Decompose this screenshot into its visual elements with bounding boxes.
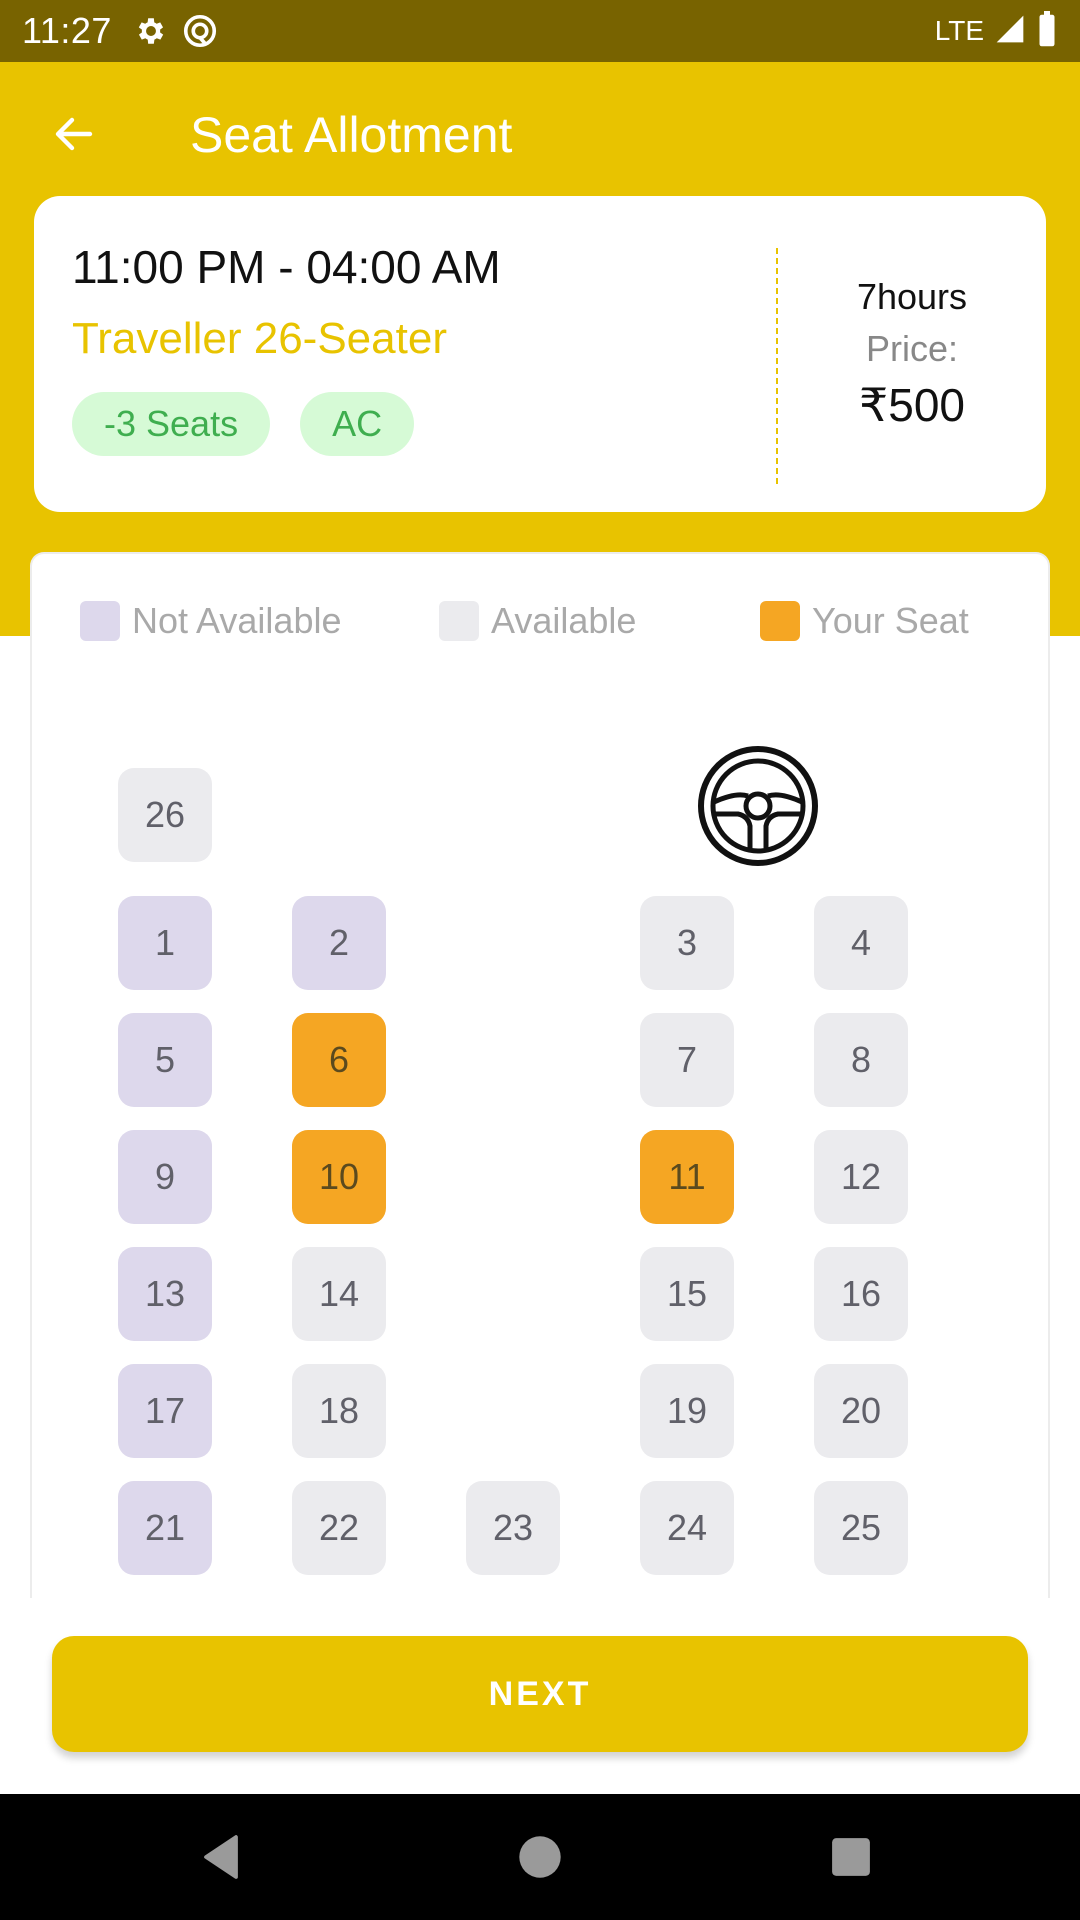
seat-1: 1 bbox=[118, 896, 212, 990]
legend-swatch bbox=[439, 601, 479, 641]
legend-your-seat: Your Seat bbox=[760, 600, 969, 642]
legend-not-available: Not Available bbox=[80, 600, 341, 642]
legend-label: Available bbox=[491, 600, 637, 641]
trip-vehicle-name: Traveller 26-Seater bbox=[72, 314, 447, 363]
seat-25[interactable]: 25 bbox=[814, 1481, 908, 1575]
seat-14[interactable]: 14 bbox=[292, 1247, 386, 1341]
gear-icon bbox=[134, 14, 168, 48]
trip-summary: 7hours Price: ₹500 bbox=[778, 276, 1046, 432]
battery-icon bbox=[1036, 10, 1058, 52]
back-nav-icon[interactable] bbox=[196, 1832, 246, 1882]
seat-17: 17 bbox=[118, 1364, 212, 1458]
seat-13: 13 bbox=[118, 1247, 212, 1341]
seat-21: 21 bbox=[118, 1481, 212, 1575]
seat-18[interactable]: 18 bbox=[292, 1364, 386, 1458]
seat-16[interactable]: 16 bbox=[814, 1247, 908, 1341]
seat-4[interactable]: 4 bbox=[814, 896, 908, 990]
seat-2: 2 bbox=[292, 896, 386, 990]
trip-card: 11:00 PM - 04:00 AM Traveller 26-Seater … bbox=[34, 196, 1046, 512]
legend-swatch bbox=[80, 601, 120, 641]
seats-chip: -3 Seats bbox=[72, 392, 271, 456]
status-bar: 11:27 LTE bbox=[0, 0, 1080, 62]
legend-available: Available bbox=[439, 600, 636, 642]
seat-legend: Not Available Available Your Seat bbox=[32, 600, 1048, 650]
system-nav-bar bbox=[0, 1794, 1080, 1920]
legend-label: Your Seat bbox=[812, 600, 969, 641]
seat-12[interactable]: 12 bbox=[814, 1130, 908, 1224]
seat-8[interactable]: 8 bbox=[814, 1013, 908, 1107]
home-nav-icon[interactable] bbox=[517, 1832, 563, 1882]
legend-label: Not Available bbox=[132, 600, 342, 641]
page-title: Seat Allotment bbox=[190, 107, 513, 163]
steering-wheel-icon bbox=[696, 744, 820, 868]
seat-map-panel: Not Available Available Your Seat 26 1 2 3 4… bbox=[30, 552, 1050, 1598]
seat-24[interactable]: 24 bbox=[640, 1481, 734, 1575]
seat-10[interactable]: 10 bbox=[292, 1130, 386, 1224]
arrow-left-icon bbox=[50, 110, 98, 163]
seat-22[interactable]: 22 bbox=[292, 1481, 386, 1575]
seat-9: 9 bbox=[118, 1130, 212, 1224]
trip-time-range: 11:00 PM - 04:00 AM bbox=[72, 241, 501, 293]
seat-3[interactable]: 3 bbox=[640, 896, 734, 990]
seat-23[interactable]: 23 bbox=[466, 1481, 560, 1575]
at-sign-icon bbox=[182, 13, 218, 49]
legend-swatch bbox=[760, 601, 800, 641]
seat-7[interactable]: 7 bbox=[640, 1013, 734, 1107]
status-time: 11:27 bbox=[22, 10, 112, 51]
trip-price: ₹500 bbox=[858, 379, 965, 431]
seat-20[interactable]: 20 bbox=[814, 1364, 908, 1458]
back-button[interactable] bbox=[44, 108, 104, 164]
seat-11[interactable]: 11 bbox=[640, 1130, 734, 1224]
seat-15[interactable]: 15 bbox=[640, 1247, 734, 1341]
ac-chip: AC bbox=[300, 392, 415, 456]
trip-chips: -3 Seats AC bbox=[72, 392, 415, 456]
network-type: LTE bbox=[934, 15, 984, 46]
next-button[interactable]: NEXT bbox=[52, 1636, 1028, 1752]
seat-5: 5 bbox=[118, 1013, 212, 1107]
price-label: Price: bbox=[865, 328, 959, 369]
seat-6[interactable]: 6 bbox=[292, 1013, 386, 1107]
signal-icon bbox=[994, 13, 1026, 50]
seat-19[interactable]: 19 bbox=[640, 1364, 734, 1458]
seat-26[interactable]: 26 bbox=[118, 768, 212, 862]
recents-nav-icon[interactable] bbox=[830, 1832, 872, 1882]
trip-duration: 7hours bbox=[856, 276, 968, 317]
